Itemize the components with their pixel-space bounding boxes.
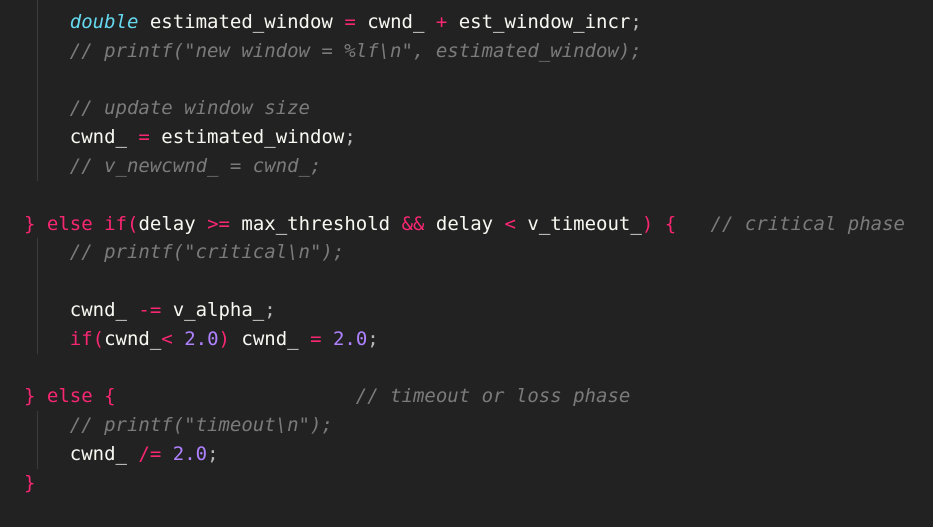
code-line[interactable]: // printf("critical\n"); [24, 238, 345, 266]
code-token: { [664, 212, 677, 235]
code-token: { [104, 385, 116, 408]
code-token: ) [641, 212, 654, 235]
code-token: if( [69, 327, 105, 350]
code-token: // v_newcwnd_ = cwnd_; [69, 155, 322, 177]
code-line[interactable]: // printf("new window = %lf\n", estimate… [24, 37, 642, 65]
code-line[interactable]: // v_newcwnd_ = cwnd_; [24, 152, 322, 180]
code-token: ; [367, 327, 379, 350]
code-token: estimated_window [138, 11, 345, 33]
code-line[interactable]: } else { // timeout or loss phase [24, 382, 630, 410]
code-token: 2.0 [184, 327, 219, 350]
code-token: v_alpha_ [161, 299, 265, 321]
code-line[interactable]: } else if(delay >= max_threshold && dela… [24, 210, 905, 238]
code-token: = [344, 11, 356, 33]
code-token: } [24, 471, 36, 494]
code-token: // printf("new window = %lf\n", estimate… [69, 39, 642, 62]
code-token: cwnd_ [69, 299, 139, 321]
code-token: cwnd_ [69, 126, 139, 149]
code-token: < [161, 327, 173, 350]
code-token: } [24, 212, 47, 235]
code-line[interactable]: // update window size [24, 94, 310, 122]
code-token: est_window_incr [447, 11, 631, 33]
code-token: 2.0 [332, 327, 368, 350]
code-token: cwnd_ [355, 11, 436, 33]
code-line[interactable]: } [24, 469, 35, 497]
indent-guide [37, 411, 38, 469]
code-token: delay [138, 212, 208, 235]
code-token: // update window size [69, 97, 310, 120]
code-token: max_threshold [229, 212, 402, 235]
code-token: ; [207, 443, 219, 465]
indent-guide [37, 238, 38, 354]
code-line[interactable]: cwnd_ -= v_alpha_; [24, 296, 276, 324]
code-token: ; [630, 11, 642, 33]
code-line[interactable]: if(cwnd_< 2.0) cwnd_ = 2.0; [24, 325, 379, 353]
code-token: // timeout or loss phase [355, 385, 631, 408]
code-token: else [46, 212, 93, 235]
code-line[interactable]: cwnd_ /= 2.0; [24, 440, 219, 468]
code-token: cwnd_ [104, 327, 162, 350]
code-token: cwnd_ [69, 443, 139, 465]
code-token: // printf("timeout\n"); [69, 414, 333, 437]
code-token: >= [207, 212, 230, 235]
code-token: ; [344, 126, 356, 149]
code-token: double [69, 11, 139, 33]
code-token: if( [104, 212, 139, 235]
code-token: delay [424, 212, 505, 235]
code-token: -= [138, 299, 162, 321]
code-token: 2.0 [172, 443, 208, 465]
code-token: v_timeout_ [515, 212, 642, 235]
code-token: else [46, 385, 93, 408]
code-token: && [401, 212, 425, 235]
code-token: + [435, 11, 448, 33]
code-token: ; [264, 299, 276, 321]
code-token: } [24, 385, 47, 408]
code-token: = [138, 126, 150, 149]
code-token: // critical phase [710, 212, 905, 235]
code-editor[interactable]: double estimated_window = cwnd_ + est_wi… [0, 0, 933, 527]
code-token: ) [218, 327, 230, 350]
code-line[interactable]: cwnd_ = estimated_window; [24, 123, 356, 151]
code-token: cwnd_ [229, 327, 311, 350]
code-token: estimated_window [149, 126, 345, 149]
code-token: /= [138, 443, 162, 465]
code-line[interactable]: // printf("timeout\n"); [24, 411, 333, 439]
code-token: < [504, 212, 516, 235]
code-token: // printf("critical\n"); [69, 241, 345, 264]
code-line[interactable]: double estimated_window = cwnd_ + est_wi… [24, 8, 642, 36]
code-token: = [310, 327, 322, 350]
